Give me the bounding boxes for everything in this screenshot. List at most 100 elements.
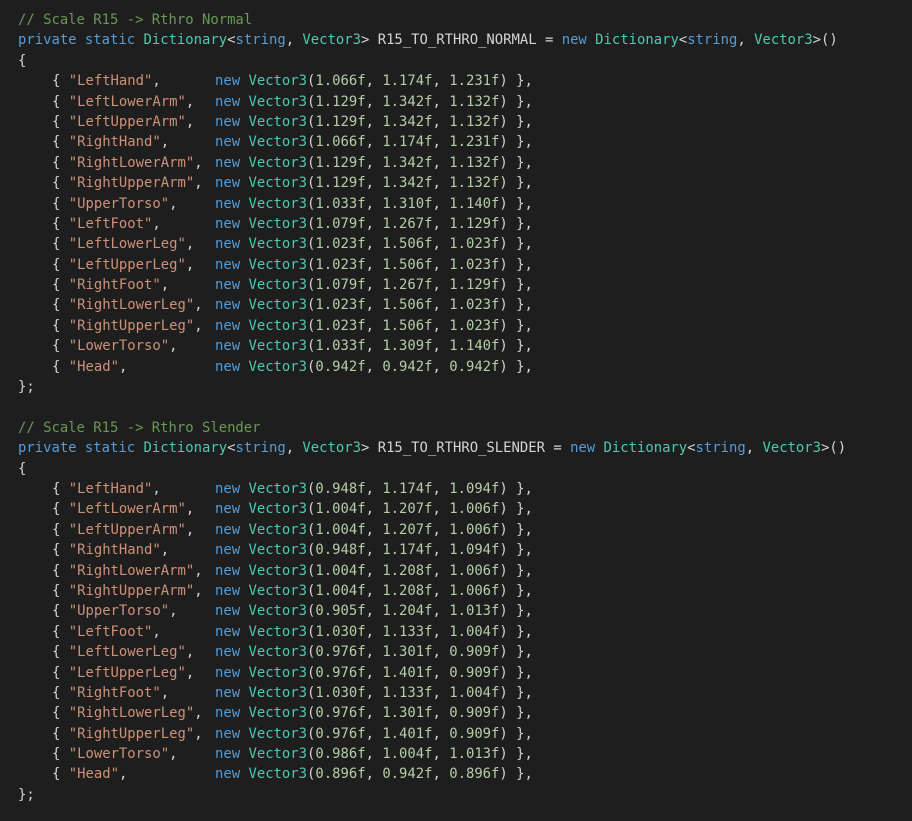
entry-open-brace: { xyxy=(52,746,69,763)
vector-type: Vector3 xyxy=(248,542,308,559)
vector-type: Vector3 xyxy=(248,501,308,518)
value-type: Vector3 xyxy=(762,440,822,457)
comma: , xyxy=(185,256,195,273)
entry-key-column: { "LeftLowerArm", xyxy=(52,92,215,112)
dictionary-entry: { "LeftUpperLeg", new Vector3(0.976f, 1.4… xyxy=(18,663,912,683)
comma: , xyxy=(152,623,161,640)
entry-key: LowerTorso xyxy=(77,338,161,355)
comma: , xyxy=(365,73,383,90)
entry-key-column: { "UpperTorso", xyxy=(52,601,215,621)
comma: , xyxy=(365,766,383,783)
entry-close: ) }, xyxy=(499,664,533,681)
comma: , xyxy=(118,358,128,375)
comma: , xyxy=(432,623,450,640)
y-value: 1.174f xyxy=(382,73,433,90)
x-value: 0.986f xyxy=(315,746,366,763)
new-keyword: new xyxy=(215,603,241,620)
comma: , xyxy=(365,684,383,701)
entry-open-brace: { xyxy=(52,195,69,212)
entry-close: ) }, xyxy=(499,215,533,232)
z-value: 0.909f xyxy=(449,705,500,722)
y-value: 1.267f xyxy=(382,215,433,232)
open-brace-line: { xyxy=(18,51,912,71)
entry-close: ) }, xyxy=(499,603,533,620)
comma: , xyxy=(194,582,203,599)
comma: , xyxy=(194,297,203,314)
vector-type: Vector3 xyxy=(248,73,308,90)
comma: , xyxy=(365,358,383,375)
comma: , xyxy=(365,725,383,742)
entry-close: ) }, xyxy=(499,746,533,763)
open-brace: { xyxy=(18,52,27,69)
vector-type: Vector3 xyxy=(248,297,308,314)
entry-open-brace: { xyxy=(52,236,69,253)
entry-close: ) }, xyxy=(499,644,533,661)
x-value: 1.030f xyxy=(315,623,366,640)
comma: , xyxy=(169,195,178,212)
entry-key: RightHand xyxy=(77,134,153,151)
y-value: 1.267f xyxy=(382,277,433,294)
quote: " xyxy=(68,501,78,518)
dictionary-entry: { "RightFoot", new Vector3(1.030f, 1.133f… xyxy=(18,683,912,703)
entry-key-column: { "UpperTorso", xyxy=(52,194,215,214)
y-value: 1.506f xyxy=(382,297,433,314)
comma: , xyxy=(185,644,195,661)
entry-close: ) }, xyxy=(499,582,533,599)
key-type: string xyxy=(687,32,738,49)
entry-key: LeftUpperArm xyxy=(77,521,178,538)
comma: , xyxy=(152,480,161,497)
quote: " xyxy=(68,236,78,253)
quote: " xyxy=(177,664,186,681)
type-name: Dictionary xyxy=(603,440,688,457)
new-keyword: new xyxy=(215,623,241,640)
entry-close: ) }, xyxy=(499,358,533,375)
vector-type: Vector3 xyxy=(248,766,308,783)
entry-open-brace: { xyxy=(52,521,69,538)
comma: , xyxy=(365,644,383,661)
code-editor[interactable]: // Scale R15 -> Rthro Normal private stat… xyxy=(0,0,912,821)
quote: " xyxy=(185,317,195,334)
new-keyword: new xyxy=(215,746,241,763)
comma: , xyxy=(365,113,383,130)
value-type: Vector3 xyxy=(302,32,361,49)
entry-close: ) }, xyxy=(499,154,533,171)
entry-key: Head xyxy=(77,766,111,783)
comma: , xyxy=(365,664,383,681)
comma: , xyxy=(432,297,450,314)
quote: " xyxy=(177,501,186,518)
entry-open-brace: { xyxy=(52,93,69,110)
z-value: 0.942f xyxy=(449,358,500,375)
z-value: 1.140f xyxy=(449,338,500,355)
quote: " xyxy=(185,154,195,171)
comma: , xyxy=(432,542,450,559)
dictionary-entry: { "RightUpperArm", new Vector3(1.129f, 1.… xyxy=(18,173,912,193)
entry-key-column: { "LeftLowerArm", xyxy=(52,499,215,519)
comma: , xyxy=(432,195,450,212)
comma: , xyxy=(169,746,178,763)
quote: " xyxy=(68,113,78,130)
vector-type: Vector3 xyxy=(248,644,308,661)
entry-close: ) }, xyxy=(499,73,533,90)
comma: , xyxy=(365,338,383,355)
comma: , xyxy=(432,277,450,294)
comma: , xyxy=(365,297,383,314)
x-value: 0.976f xyxy=(315,664,366,681)
vector-type: Vector3 xyxy=(248,195,308,212)
comma: , xyxy=(118,766,128,783)
quote: " xyxy=(185,582,195,599)
comma: , xyxy=(432,338,450,355)
entry-key: Head xyxy=(77,358,111,375)
entry-open-brace: { xyxy=(52,603,69,620)
dictionary-entry: { "LeftUpperArm", new Vector3(1.129f, 1.3… xyxy=(18,112,912,132)
key-type: string xyxy=(235,32,286,49)
y-value: 1.133f xyxy=(382,684,433,701)
vector-type: Vector3 xyxy=(248,338,308,355)
x-value: 1.023f xyxy=(315,297,366,314)
new-keyword: new xyxy=(215,358,241,375)
entry-key: RightLowerLeg xyxy=(77,705,186,722)
entry-key: LeftLowerArm xyxy=(77,93,178,110)
x-value: 1.129f xyxy=(315,113,366,130)
new-keyword: new xyxy=(215,195,241,212)
comma: , xyxy=(194,175,203,192)
dictionary-entry: { "UpperTorso", new Vector3(0.905f, 1.204… xyxy=(18,601,912,621)
